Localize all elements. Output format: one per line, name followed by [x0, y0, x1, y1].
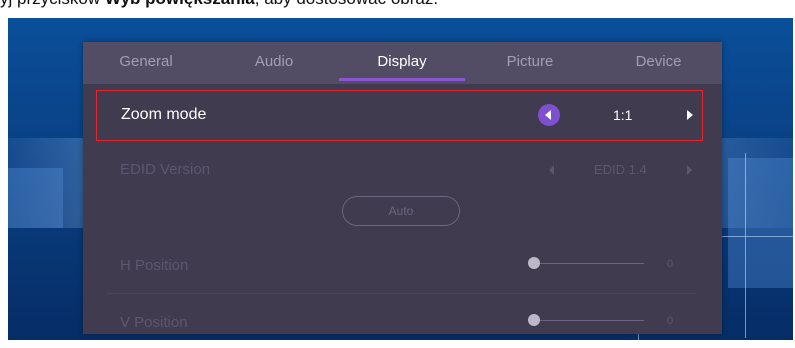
zoom-mode-row[interactable]: Zoom mode 1:1 — [96, 90, 703, 141]
tab-general[interactable]: General — [83, 42, 209, 84]
window-frame-line — [722, 236, 793, 237]
caption-bold: Wyb powiększania — [105, 0, 255, 8]
tab-audio[interactable]: Audio — [209, 42, 339, 84]
zoom-mode-label: Zoom mode — [121, 106, 207, 123]
instruction-caption: yj przycisków Wyb powiększania, aby dost… — [0, 0, 438, 9]
tab-device[interactable]: Device — [595, 42, 722, 84]
auto-button[interactable]: Auto — [342, 196, 460, 226]
caption-strip: yj przycisków Wyb powiększania, aby dost… — [0, 0, 795, 18]
right-arrow-icon[interactable] — [687, 110, 693, 120]
settings-panel: General Audio Display Picture Device Zoo… — [83, 42, 722, 334]
tab-bar: General Audio Display Picture Device — [83, 42, 722, 84]
zoom-mode-value: 1:1 — [613, 107, 633, 123]
right-arrow-icon[interactable] — [687, 165, 692, 175]
h-position-slider-track[interactable] — [534, 263, 644, 264]
desktop-background: General Audio Display Picture Device Zoo… — [8, 18, 793, 340]
caption-prefix: yj przycisków — [0, 0, 105, 8]
h-position-slider-knob[interactable] — [528, 257, 540, 269]
active-tab-indicator — [339, 78, 465, 81]
edid-version-value: EDID 1.4 — [594, 162, 647, 177]
edid-version-label: EDID Version — [120, 161, 211, 178]
window-pane-left — [8, 168, 63, 228]
tab-picture[interactable]: Picture — [465, 42, 595, 84]
left-arrow-icon[interactable] — [549, 165, 554, 175]
left-arrow-circle-icon[interactable] — [538, 104, 560, 126]
v-position-slider-knob[interactable] — [528, 314, 540, 326]
v-position-value: 0 — [667, 315, 674, 327]
caption-suffix: , aby dostosować obraz. — [255, 0, 438, 8]
h-position-value: 0 — [667, 258, 674, 270]
v-position-slider-track[interactable] — [534, 320, 644, 321]
row-separator — [107, 293, 697, 294]
h-position-label: H Position — [120, 257, 189, 274]
v-position-label: V Position — [120, 314, 188, 331]
window-frame-line — [745, 153, 746, 338]
window-pane-right — [728, 158, 793, 288]
